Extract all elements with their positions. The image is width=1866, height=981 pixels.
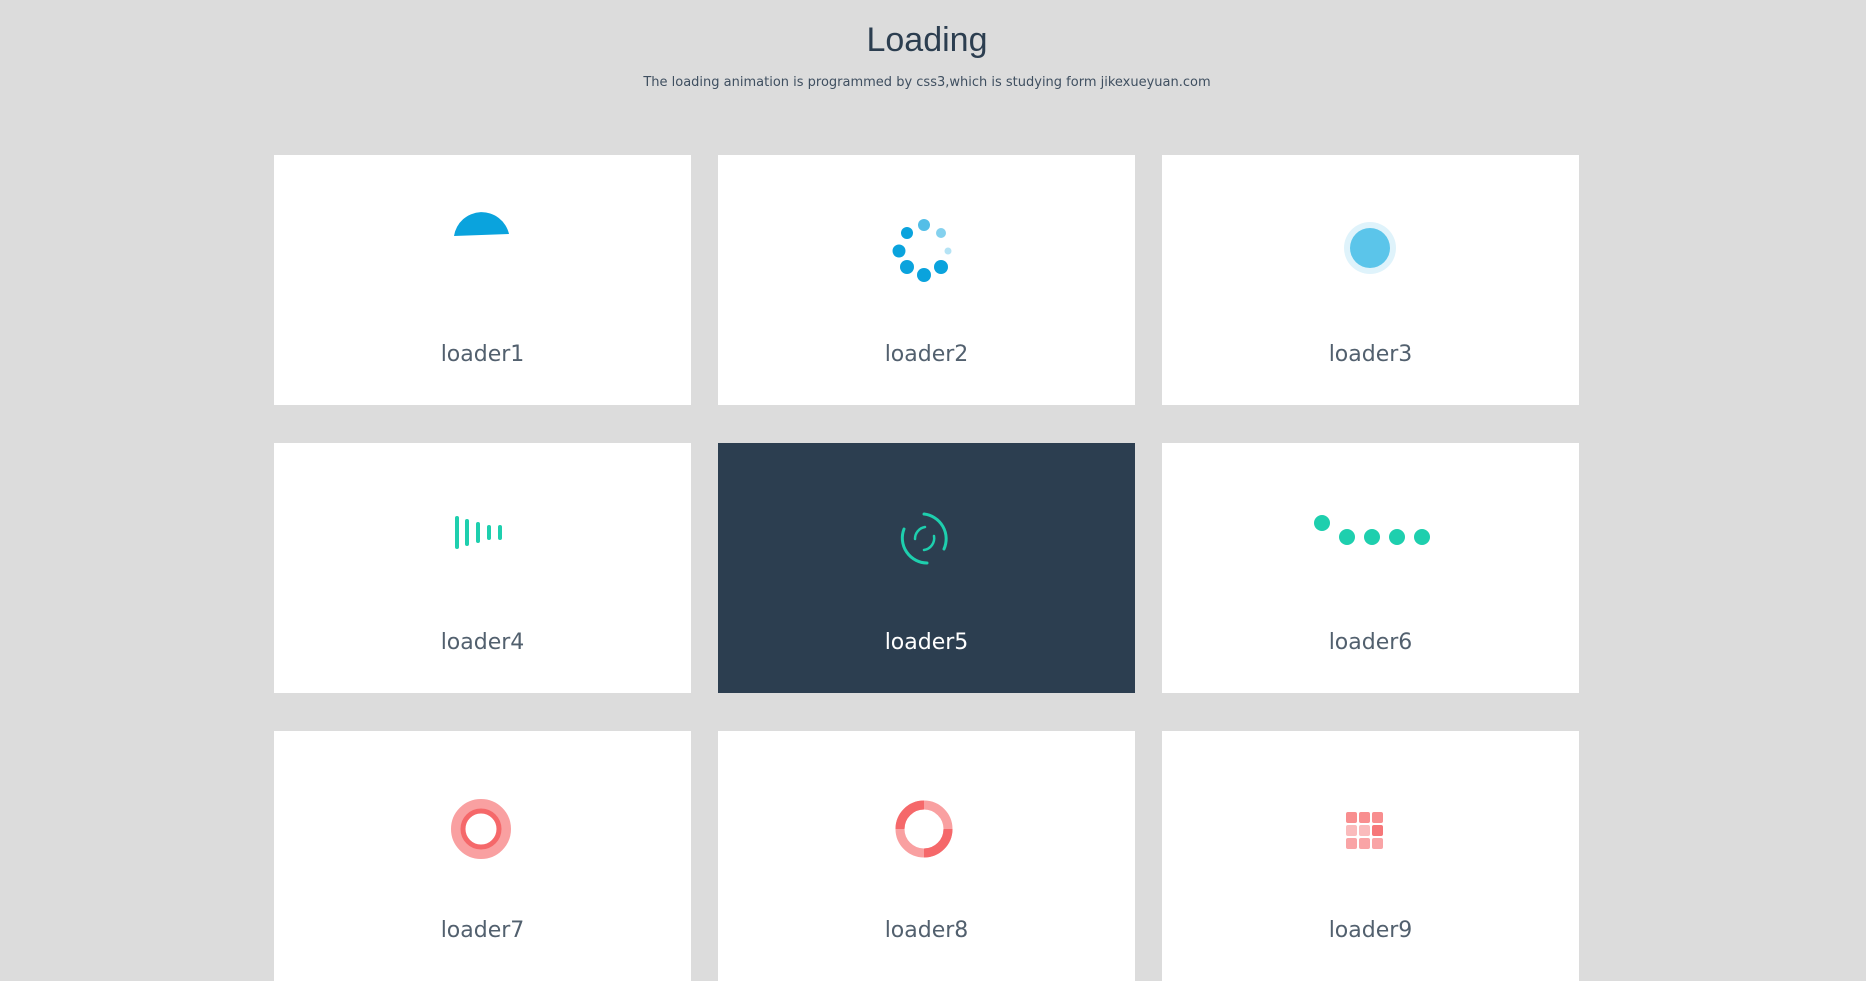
loader-label: loader8 — [884, 918, 969, 943]
loader-card-5[interactable]: loader5 — [718, 443, 1135, 693]
loader-label: loader9 — [1328, 918, 1413, 943]
loader-card-9[interactable]: loader9 — [1162, 731, 1579, 981]
segmented-ring-icon — [895, 800, 953, 858]
half-circle-spinner-icon — [454, 212, 509, 236]
loader-card-2[interactable]: loader2 — [718, 155, 1135, 405]
arc-rings-spinner-icon — [900, 512, 948, 565]
loader-card-1[interactable]: loader1 — [274, 155, 691, 405]
loader-card-7[interactable]: loader7 — [274, 731, 691, 981]
loader-card-8[interactable]: loader8 — [718, 731, 1135, 981]
loader-label: loader4 — [440, 630, 525, 655]
page-title: Loading — [866, 21, 988, 59]
loader-card-6[interactable]: loader6 — [1162, 443, 1579, 693]
loader-label: loader6 — [1328, 630, 1413, 655]
loader-label: loader5 — [884, 630, 969, 655]
bouncing-dots-icon — [1314, 515, 1430, 545]
dots-ring-spinner-icon — [892, 219, 952, 282]
ring-icon — [451, 799, 511, 859]
loader-label: loader2 — [884, 342, 969, 367]
page-subtitle: The loading animation is programmed by c… — [643, 75, 1211, 90]
loader-label: loader7 — [440, 918, 525, 943]
grid-squares-icon — [1346, 812, 1383, 849]
pulse-circle-icon — [1344, 222, 1396, 274]
loader-label: loader3 — [1328, 342, 1413, 367]
loader-card-4[interactable]: loader4 — [274, 443, 691, 693]
loader-card-3[interactable]: loader3 — [1162, 155, 1579, 405]
loader-label: loader1 — [440, 342, 525, 367]
bars-icon — [455, 516, 502, 549]
